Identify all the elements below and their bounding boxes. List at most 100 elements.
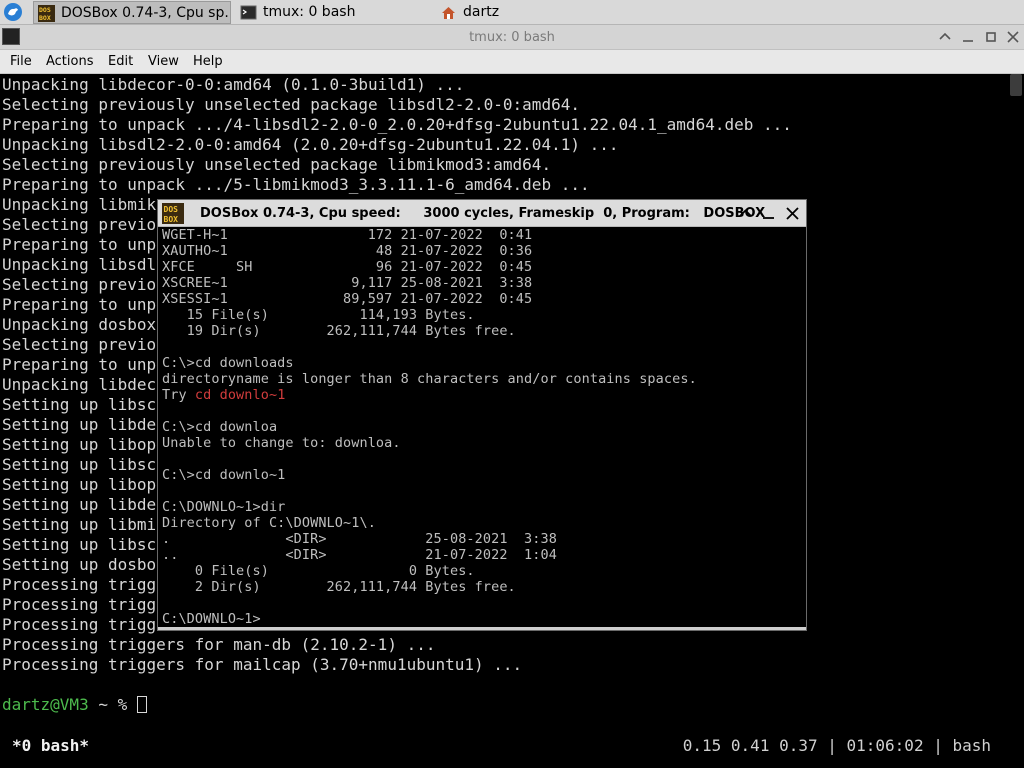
close-icon[interactable] bbox=[785, 206, 800, 221]
dosbox-title: DOSBox 0.74-3, Cpu speed: 3000 cycles, F… bbox=[200, 206, 766, 221]
terminal-line: Unpacking dosbox bbox=[2, 315, 157, 334]
terminal-line: Setting up libsc bbox=[2, 455, 157, 474]
dos-line: .. <DIR> 21-07-2022 1:04 bbox=[162, 547, 557, 563]
dosbox-window[interactable]: DOS BOX DOSBox 0.74-3, Cpu speed: 3000 c… bbox=[158, 200, 806, 630]
terminal-line: Setting up libop bbox=[2, 475, 157, 494]
dos-line: . <DIR> 25-08-2021 3:38 bbox=[162, 531, 557, 547]
dos-text: C:\>cd downloa bbox=[162, 419, 278, 435]
dos-line: C:\>cd downloads bbox=[162, 355, 294, 371]
dos-text: 19 Dir(s) 262,111,744 Bytes free. bbox=[162, 323, 516, 339]
terminal-icon bbox=[240, 5, 257, 20]
terminal-line: Unpacking libdecor-0-0:amd64 (0.1.0-3bui… bbox=[2, 75, 465, 94]
dos-text: XSCREE~1 9,117 25-08-2021 3:38 bbox=[162, 275, 533, 291]
terminal-line: Selecting previo bbox=[2, 275, 157, 294]
dos-text: C:\DOWNLO~1> bbox=[162, 611, 261, 627]
terminal-line: Processing triggers for mailcap (3.70+nm… bbox=[2, 655, 523, 674]
maximize-icon[interactable] bbox=[983, 29, 999, 45]
minimize-icon[interactable] bbox=[960, 29, 976, 45]
dos-line: XAUTHO~1 48 21-07-2022 0:36 bbox=[162, 243, 532, 259]
dos-text: .. <DIR> 21-07-2022 1:04 bbox=[162, 547, 557, 563]
dos-line: C:\DOWNLO~1>dir bbox=[162, 499, 285, 515]
text-cursor bbox=[136, 696, 147, 713]
terminal-line: Preparing to unpack .../4-libsdl2-2.0-0_… bbox=[2, 115, 792, 134]
svg-text:BOX: BOX bbox=[164, 215, 179, 224]
dos-text: Directory of C:\DOWNLO~1\. bbox=[162, 515, 376, 531]
dos-text: 0 File(s) 0 Bytes. bbox=[162, 563, 475, 579]
menu-file[interactable]: File bbox=[10, 50, 32, 74]
dosbox-icon: DOS BOX bbox=[162, 203, 184, 224]
dos-line: 2 Dir(s) 262,111,744 Bytes free. bbox=[162, 579, 516, 595]
terminal-line: Processing trigg bbox=[2, 575, 157, 594]
shell-prompt[interactable]: dartz@VM3 ~ % bbox=[2, 695, 147, 715]
prompt-rest: ~ % bbox=[88, 695, 137, 714]
dosbox-titlebar[interactable]: DOS BOX DOSBox 0.74-3, Cpu speed: 3000 c… bbox=[158, 200, 806, 227]
dos-line: Unable to change to: downloa. bbox=[162, 435, 401, 451]
chevron-up-icon[interactable] bbox=[738, 206, 753, 221]
task-dosbox[interactable]: DOS BOX DOSBox 0.74-3, Cpu sp... bbox=[33, 1, 231, 24]
dos-text: C:\DOWNLO~1>dir bbox=[162, 499, 286, 515]
terminal-line: Preparing to unp bbox=[2, 295, 157, 314]
dos-text: C:\>cd downloads bbox=[162, 355, 294, 371]
dos-text: Try bbox=[162, 387, 195, 403]
dos-line: 19 Dir(s) 262,111,744 Bytes free. bbox=[162, 323, 516, 339]
terminal-line: Setting up libsc bbox=[2, 535, 157, 554]
prompt-user: dartz@VM3 bbox=[2, 695, 89, 714]
terminal-line: Setting up libop bbox=[2, 435, 157, 454]
terminal-line: Selecting previo bbox=[2, 335, 157, 354]
terminal-line: Selecting previously unselected package … bbox=[2, 155, 552, 174]
dos-line: C:\>cd downlo~1 bbox=[162, 467, 285, 483]
terminal-scrollbar[interactable] bbox=[1010, 74, 1022, 96]
dos-text: directoryname is longer than 8 character… bbox=[162, 371, 697, 387]
menubar: File Actions Edit View Help bbox=[0, 50, 1024, 74]
dos-line: 0 File(s) 0 Bytes. bbox=[162, 563, 475, 579]
menu-view[interactable]: View bbox=[148, 50, 179, 74]
dos-line: Directory of C:\DOWNLO~1\. bbox=[162, 515, 376, 531]
terminal-line: Selecting previously unselected package … bbox=[2, 95, 580, 114]
terminal-line: Unpacking libsdl bbox=[2, 255, 157, 274]
dos-text: XAUTHO~1 48 21-07-2022 0:36 bbox=[162, 243, 533, 259]
window-titlebar[interactable]: tmux: 0 bash bbox=[0, 25, 1024, 50]
terminal-line: Unpacking libsdl2-2.0-0:amd64 (2.0.20+df… bbox=[2, 135, 619, 154]
task-dartz[interactable]: dartz bbox=[436, 1, 634, 24]
svg-text:DOS: DOS bbox=[164, 205, 179, 214]
start-menu-icon[interactable] bbox=[3, 2, 23, 22]
svg-text:DOS: DOS bbox=[39, 6, 51, 14]
tmux-window-list[interactable]: *0 bash* bbox=[12, 736, 89, 755]
dos-text: WGET-H~1 172 21-07-2022 0:41 bbox=[162, 227, 533, 243]
terminal-line: Setting up dosbo bbox=[2, 555, 157, 574]
dos-text: . <DIR> 25-08-2021 3:38 bbox=[162, 531, 557, 547]
terminal-line: Processing triggers for man-db (2.10.2-1… bbox=[2, 635, 436, 654]
terminal-line: Setting up libde bbox=[2, 495, 157, 514]
menu-edit[interactable]: Edit bbox=[108, 50, 133, 74]
tmux-status-info: 0.15 0.41 0.37 | 01:06:02 | bash bbox=[682, 736, 991, 755]
terminal-line: Preparing to unp bbox=[2, 355, 157, 374]
menu-help[interactable]: Help bbox=[193, 50, 223, 74]
dos-text: C:\>cd downlo~1 bbox=[162, 467, 286, 483]
minimize-icon[interactable] bbox=[761, 206, 776, 221]
home-folder-icon bbox=[442, 7, 455, 19]
dosbox-screen[interactable]: WGET-H~1 172 21-07-2022 0:41 XAUTHO~1 48 … bbox=[162, 227, 802, 627]
chevron-up-icon[interactable] bbox=[937, 29, 953, 45]
dos-text: XSESSI~1 89,597 21-07-2022 0:45 bbox=[162, 291, 533, 307]
task-label: DOSBox 0.74-3, Cpu sp... bbox=[61, 5, 231, 21]
task-label: tmux: 0 bash bbox=[263, 4, 356, 20]
terminal-line: Processing trigg bbox=[2, 595, 157, 614]
terminal-line: Setting up libmi bbox=[2, 515, 157, 534]
dos-text: 2 Dir(s) 262,111,744 Bytes free. bbox=[162, 579, 516, 595]
close-icon[interactable] bbox=[1005, 29, 1021, 45]
terminal-line: Processing trigg bbox=[2, 615, 157, 634]
svg-text:BOX: BOX bbox=[39, 14, 51, 22]
dos-line: WGET-H~1 172 21-07-2022 0:41 bbox=[162, 227, 532, 243]
dos-line: XSESSI~1 89,597 21-07-2022 0:45 bbox=[162, 291, 532, 307]
terminal-line: Preparing to unp bbox=[2, 235, 157, 254]
terminal-line: Selecting previo bbox=[2, 215, 157, 234]
task-tmux[interactable]: tmux: 0 bash bbox=[236, 1, 434, 24]
dos-line: directoryname is longer than 8 character… bbox=[162, 371, 697, 387]
taskbar: DOS BOX DOSBox 0.74-3, Cpu sp... tmux: 0… bbox=[0, 0, 1024, 25]
dos-line: 15 File(s) 114,193 Bytes. bbox=[162, 307, 475, 323]
menu-actions[interactable]: Actions bbox=[46, 50, 94, 74]
terminal-line: Setting up libde bbox=[2, 415, 157, 434]
dosbox-frame bbox=[158, 627, 806, 630]
dos-highlight-text: cd downlo~1 bbox=[194, 387, 286, 403]
dos-text: XFCE SH 96 21-07-2022 0:45 bbox=[162, 259, 533, 275]
